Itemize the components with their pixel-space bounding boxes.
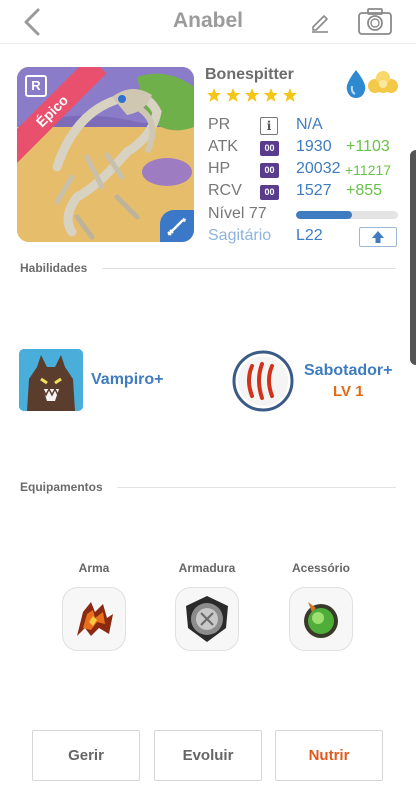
evolve-button[interactable]: Evoluir [154, 730, 262, 781]
atk-label: ATK [208, 138, 238, 155]
atk-value: 1930 [296, 138, 332, 155]
info-icon[interactable]: i [260, 117, 278, 135]
claw-scratch-icon [232, 350, 294, 412]
hp-plus-badge: 00 [260, 163, 279, 178]
werewolf-icon [19, 349, 83, 411]
page-title: Anabel [172, 9, 243, 32]
star-icon [207, 88, 221, 102]
stat-row-sign: Sagitário L22 [208, 227, 403, 249]
rcv-label: RCV [208, 182, 242, 199]
zodiac-upgrade-button[interactable] [359, 227, 397, 247]
skill-sabotage-level: LV 1 [333, 383, 364, 400]
top-bar: Anabel [0, 0, 416, 44]
stat-row-atk: ATK 00 1930 +1103 [208, 138, 403, 160]
camera-button[interactable] [357, 7, 393, 37]
skill-sabotage-icon-button[interactable] [232, 350, 294, 412]
monster-name: Bonespitter [205, 66, 294, 83]
level-progress-bar [296, 211, 398, 219]
skill-vampire-icon-button[interactable] [19, 349, 83, 411]
stat-row-pr: PR i N/A [208, 116, 403, 138]
shield-armor-icon [186, 596, 228, 642]
weapon-slot[interactable] [62, 587, 126, 651]
stat-row-hp: HP 00 20032 +11217 [208, 160, 403, 182]
flame-weapon-icon [77, 602, 113, 636]
armor-slot[interactable] [175, 587, 239, 651]
stat-row-rcv: RCV 00 1527 +855 [208, 182, 403, 204]
archer-class-icon [167, 218, 186, 236]
level-progress-fill [296, 211, 353, 219]
star-icon [283, 88, 297, 102]
edit-button[interactable] [307, 8, 333, 34]
rcv-plus-badge: 00 [260, 185, 279, 200]
accessory-slot[interactable] [289, 587, 353, 651]
atk-bonus: +1103 [346, 138, 390, 155]
rcv-bonus: +855 [346, 182, 383, 199]
skills-divider [102, 268, 396, 269]
class-badge [160, 210, 194, 242]
atk-plus-badge: 00 [260, 141, 279, 156]
star-icon [226, 88, 240, 102]
manage-button[interactable]: Gerir [32, 730, 140, 781]
stat-row-level: Nível 77 [208, 205, 403, 227]
pr-label: PR [208, 116, 231, 133]
level-label: Nível 77 [208, 205, 267, 222]
feed-button[interactable]: Nutrir [275, 730, 383, 781]
hp-bonus: +11217 [345, 162, 392, 178]
rarity-r-badge: R [25, 75, 47, 97]
star-icon [245, 88, 259, 102]
skill-sabotage-name: Sabotador+ [304, 362, 393, 379]
accessory-label: Acessório [291, 561, 351, 575]
pencil-icon [312, 15, 328, 33]
hp-value: 20032 [296, 160, 341, 177]
arrow-up-icon [372, 231, 384, 243]
skills-section-title: Habilidades [20, 261, 88, 275]
side-drawer-handle[interactable] [410, 150, 416, 365]
monster-portrait[interactable]: Épico R [17, 67, 194, 242]
green-gem-icon [304, 602, 338, 638]
hp-label: HP [208, 160, 231, 177]
equipment-section-title: Equipamentos [20, 480, 103, 494]
cloud-icon [368, 71, 398, 93]
zodiac-label[interactable]: Sagitário [208, 227, 271, 245]
star-rating [206, 87, 298, 105]
armor-label: Armadura [178, 561, 236, 575]
zodiac-level: L22 [296, 227, 323, 244]
equipment-divider [117, 487, 396, 488]
rcv-value: 1527 [296, 182, 332, 199]
skill-vampire-name: Vampiro+ [91, 371, 164, 388]
light-element [366, 68, 400, 100]
pr-value: N/A [296, 116, 323, 133]
star-icon [264, 88, 278, 102]
weapon-label: Arma [78, 561, 110, 575]
camera-icon [358, 8, 392, 35]
